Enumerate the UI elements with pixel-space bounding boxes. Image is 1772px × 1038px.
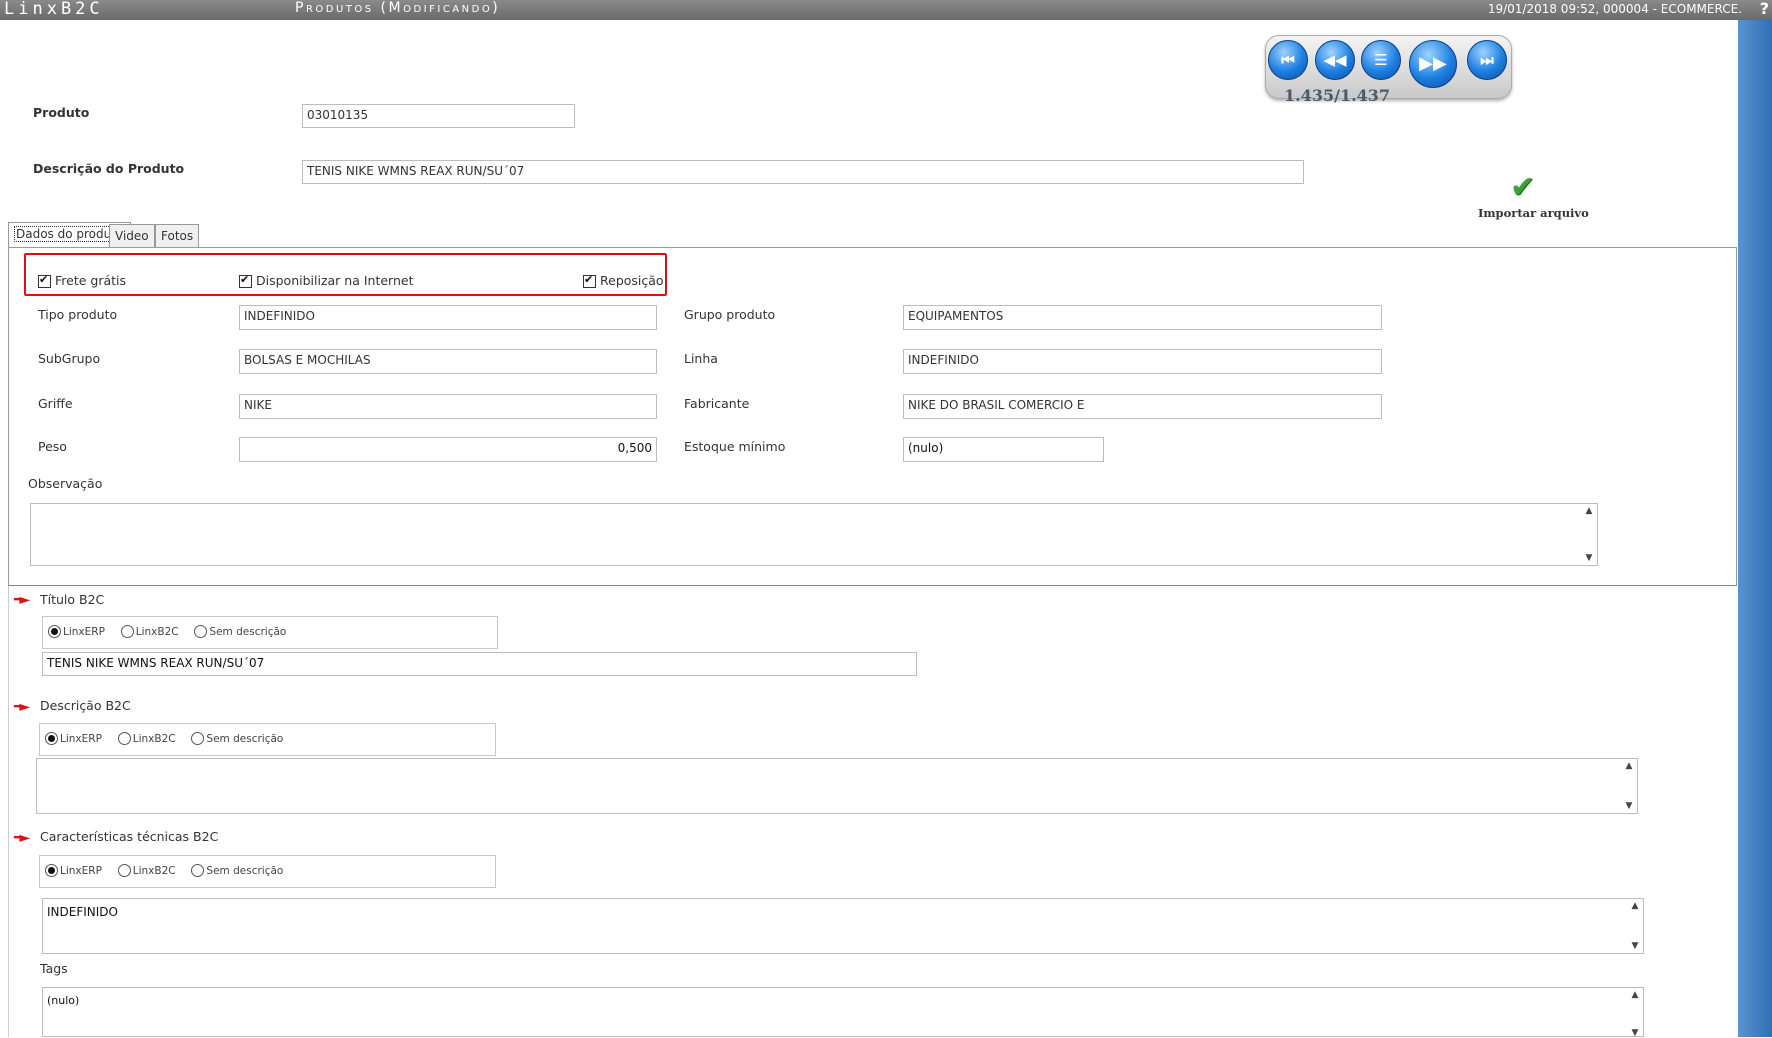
frete-gratis-checkbox[interactable]: Frete grátis xyxy=(38,273,126,288)
checkbox-label: Disponibilizar na Internet xyxy=(256,273,414,288)
right-side-bar xyxy=(1738,20,1772,1037)
scroll-down-icon[interactable]: ▼ xyxy=(1584,553,1594,563)
scroll-down-icon[interactable]: ▼ xyxy=(1630,941,1640,951)
griffe-label: Griffe xyxy=(38,396,73,411)
radio-sem-descricao[interactable] xyxy=(194,625,208,638)
next-record-button[interactable]: ▶▶ xyxy=(1409,40,1457,88)
tags-label: Tags xyxy=(40,961,68,976)
radio-label: LinxB2C xyxy=(132,864,176,877)
screen-title: Produtos (Modificando) xyxy=(295,0,501,16)
tags-textarea[interactable]: (nulo) ▲ ▼ xyxy=(42,987,1644,1038)
peso-input[interactable]: 0,500 xyxy=(239,437,657,462)
radio-label: LinxB2C xyxy=(135,625,179,638)
descricao-produto-input[interactable]: TENIS NIKE WMNS REAX RUN/SU´07 xyxy=(302,160,1304,184)
checkbox-box[interactable] xyxy=(239,273,252,288)
estoque-minimo-input[interactable]: (nulo) xyxy=(903,437,1104,462)
scroll-up-icon[interactable]: ▲ xyxy=(1630,990,1640,1000)
scroll-up-icon[interactable]: ▲ xyxy=(1630,901,1640,911)
radio-linxerp[interactable] xyxy=(45,864,58,877)
linha-input[interactable]: INDEFINIDO xyxy=(903,349,1382,374)
tags-value: (nulo) xyxy=(47,994,80,1007)
checkbox-label: Reposição xyxy=(600,273,664,288)
titulo-b2c-label: Título B2C xyxy=(40,592,105,607)
radio-label: Sem descrição xyxy=(209,625,287,638)
grupo-produto-input[interactable]: EQUIPAMENTOS xyxy=(903,305,1382,330)
descricao-b2c-source: LinxERP LinxB2C Sem descrição xyxy=(39,723,496,756)
left-border xyxy=(8,586,9,1037)
radio-linxb2c[interactable] xyxy=(117,864,131,877)
estoque-minimo-label: Estoque mínimo xyxy=(684,439,786,454)
subgrupo-input[interactable]: BOLSAS E MOCHILAS xyxy=(239,349,657,374)
radio-linxerp[interactable] xyxy=(45,732,58,745)
list-button[interactable]: ☰ xyxy=(1361,40,1401,80)
arrow-right-icon: ━► xyxy=(14,699,30,715)
descricao-produto-label: Descrição do Produto xyxy=(33,161,185,176)
radio-sem-descricao[interactable] xyxy=(191,864,205,877)
grupo-produto-label: Grupo produto xyxy=(684,307,776,322)
titulo-b2c-source: LinxERP LinxB2C Sem descrição xyxy=(42,616,498,649)
tab-fotos[interactable]: Fotos xyxy=(155,224,200,247)
radio-label: Sem descrição xyxy=(206,864,284,877)
checkbox-label: Frete grátis xyxy=(55,273,127,288)
arrow-right-icon: ━► xyxy=(14,592,30,608)
observacao-textarea[interactable]: ▲ ▼ xyxy=(30,503,1598,566)
produto-input[interactable]: 03010135 xyxy=(302,104,575,128)
radio-linxb2c[interactable] xyxy=(117,732,131,745)
descricao-b2c-label: Descrição B2C xyxy=(40,698,131,713)
radio-label: LinxERP xyxy=(60,864,102,877)
tipo-produto-label: Tipo produto xyxy=(38,307,118,322)
radio-label: Sem descrição xyxy=(206,732,284,745)
fabricante-label: Fabricante xyxy=(684,396,750,411)
help-icon[interactable]: ? xyxy=(1760,0,1769,18)
fabricante-input[interactable]: NIKE DO BRASIL COMERCIO E xyxy=(903,394,1382,419)
caracteristicas-b2c-textarea[interactable]: INDEFINIDO ▲ ▼ xyxy=(42,898,1644,954)
check-icon[interactable]: ✔ xyxy=(1510,170,1535,205)
checkbox-box[interactable] xyxy=(38,273,51,288)
radio-linxb2c[interactable] xyxy=(120,625,134,638)
caracteristicas-b2c-label: Características técnicas B2C xyxy=(40,829,219,844)
linha-label: Linha xyxy=(684,351,718,366)
caracteristicas-b2c-value: INDEFINIDO xyxy=(47,905,118,919)
titulo-b2c-input[interactable]: TENIS NIKE WMNS REAX RUN/SU´07 xyxy=(42,652,917,676)
record-counter: 1.435/1.437 xyxy=(1284,86,1391,105)
reposicao-checkbox[interactable]: Reposição xyxy=(583,273,664,288)
radio-linxerp[interactable] xyxy=(48,625,61,638)
subgrupo-label: SubGrupo xyxy=(38,351,101,366)
import-file-button[interactable]: Importar arquivo xyxy=(1478,206,1589,220)
observacao-label: Observação xyxy=(28,476,103,491)
scroll-up-icon[interactable]: ▲ xyxy=(1584,506,1594,516)
radio-sem-descricao[interactable] xyxy=(191,732,205,745)
last-record-button[interactable]: ⏭ xyxy=(1467,40,1507,80)
descricao-b2c-textarea[interactable]: ▲ ▼ xyxy=(36,758,1638,814)
radio-label: LinxB2C xyxy=(132,732,176,745)
app-name: LinxB2C xyxy=(4,0,104,19)
tipo-produto-input[interactable]: INDEFINIDO xyxy=(239,305,657,330)
tab-video[interactable]: Video xyxy=(109,224,155,247)
caracteristicas-b2c-source: LinxERP LinxB2C Sem descrição xyxy=(39,855,496,888)
scroll-up-icon[interactable]: ▲ xyxy=(1624,761,1634,771)
first-record-button[interactable]: ⏮ xyxy=(1268,40,1308,80)
arrow-right-icon: ━► xyxy=(14,830,30,846)
previous-record-button[interactable]: ◀◀ xyxy=(1315,40,1355,80)
section-divider xyxy=(8,585,1737,586)
radio-label: LinxERP xyxy=(60,732,102,745)
griffe-input[interactable]: NIKE xyxy=(239,394,657,419)
session-info: 19/01/2018 09:52, 000004 - ECOMMERCE. xyxy=(1487,2,1742,16)
peso-label: Peso xyxy=(38,439,67,454)
scroll-down-icon[interactable]: ▼ xyxy=(1624,801,1634,811)
disponibilizar-internet-checkbox[interactable]: Disponibilizar na Internet xyxy=(239,273,413,288)
checkbox-box[interactable] xyxy=(583,273,596,288)
radio-label: LinxERP xyxy=(63,625,105,638)
produto-label: Produto xyxy=(33,105,90,120)
